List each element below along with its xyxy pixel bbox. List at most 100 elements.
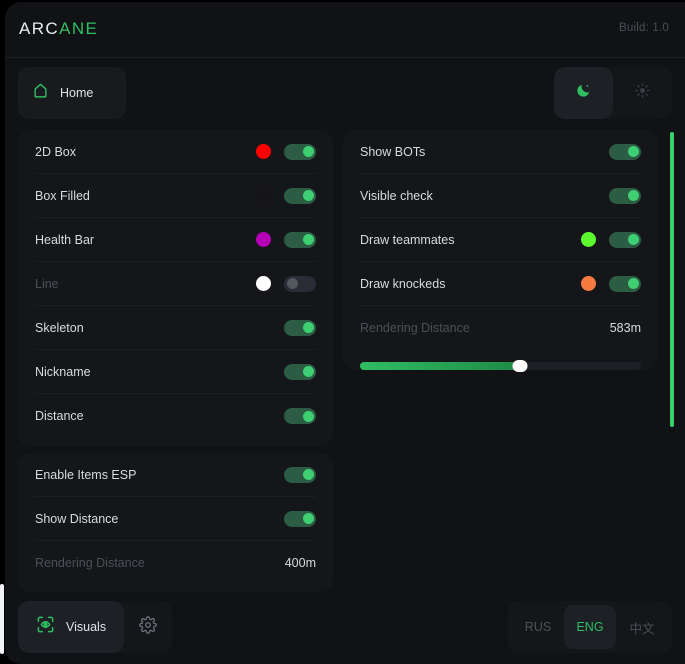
tab-home-label: Home	[60, 86, 94, 100]
slider-thumb[interactable]	[512, 360, 528, 372]
panel-extras: Show BOTs Visible check Draw teammates D…	[343, 130, 658, 372]
language-option-zh[interactable]: 中文	[616, 605, 668, 649]
setting-label: Enable Items ESP	[35, 467, 137, 482]
toggle-knob	[302, 190, 314, 201]
setting-row: Line	[35, 262, 316, 306]
scrollbar-right[interactable]	[670, 132, 674, 427]
slider-value: 400m	[284, 556, 316, 570]
language-switcher: RUS ENG 中文	[508, 601, 672, 653]
setting-row: Health Bar	[35, 218, 316, 262]
toggle-knob	[302, 234, 314, 245]
sun-icon	[635, 83, 650, 103]
language-option-rus[interactable]: RUS	[512, 605, 564, 649]
setting-row: Enable Items ESP	[35, 453, 316, 497]
setting-toggle[interactable]	[609, 187, 641, 204]
slider-label: Rendering Distance	[360, 321, 470, 335]
setting-toggle[interactable]	[284, 231, 316, 248]
build-version: Build: 1.0	[619, 22, 669, 34]
color-swatch[interactable]	[256, 188, 271, 203]
setting-toggle[interactable]	[284, 319, 316, 336]
slider-header-row: Rendering Distance 400m	[35, 541, 316, 585]
setting-label: Health Bar	[35, 232, 95, 247]
logo-primary: ARC	[19, 19, 60, 38]
color-swatch[interactable]	[256, 276, 271, 291]
setting-toggle[interactable]	[284, 143, 316, 160]
setting-label: Show Distance	[35, 511, 119, 526]
app-window: ARCANE Build: 1.0 Home 2D Box Box Filled…	[5, 2, 685, 664]
setting-row: Skeleton	[35, 306, 316, 350]
setting-row: Visible check	[360, 174, 641, 218]
color-swatch[interactable]	[256, 144, 271, 159]
color-swatch[interactable]	[256, 232, 271, 247]
color-swatch[interactable]	[581, 276, 596, 291]
theme-switcher	[554, 67, 672, 119]
slider-extras-distance[interactable]	[360, 350, 641, 372]
setting-label: Draw teammates	[360, 232, 455, 247]
moon-icon	[575, 82, 592, 104]
tab-visuals-label: Visuals	[66, 620, 107, 634]
slider-track[interactable]	[360, 360, 641, 372]
setting-row: Draw knockeds	[360, 262, 641, 306]
toggle-knob	[627, 278, 639, 289]
toggle-knob	[302, 410, 314, 422]
eye-scan-icon	[36, 615, 55, 639]
slider-value: 583m	[609, 321, 641, 335]
setting-row: 2D Box	[35, 130, 316, 174]
setting-label: Show BOTs	[360, 144, 426, 159]
setting-row: Box Filled	[35, 174, 316, 218]
logo-accent: ANE	[59, 19, 99, 38]
setting-label: Draw knockeds	[360, 276, 446, 291]
app-footer: Visuals RUS ENG 中文	[5, 590, 685, 664]
panel-player-esp: 2D Box Box Filled Health Bar Line Skelet	[18, 130, 333, 446]
setting-label: Visible check	[360, 188, 433, 203]
setting-toggle[interactable]	[284, 275, 316, 292]
setting-toggle[interactable]	[609, 143, 641, 160]
theme-dark-button[interactable]	[554, 67, 613, 119]
setting-label: Box Filled	[35, 188, 90, 203]
setting-row: Distance	[35, 394, 316, 438]
setting-toggle[interactable]	[284, 187, 316, 204]
toggle-knob	[627, 190, 639, 201]
toggle-knob	[302, 146, 314, 157]
toggle-knob	[286, 278, 298, 289]
scrollbar-left[interactable]	[0, 584, 4, 654]
setting-toggle[interactable]	[609, 275, 641, 292]
toggle-knob	[302, 322, 314, 333]
tab-visuals[interactable]: Visuals	[18, 601, 125, 653]
setting-label: 2D Box	[35, 144, 76, 159]
setting-row: Show Distance	[35, 497, 316, 541]
slider-label: Rendering Distance	[35, 556, 145, 570]
setting-label: Nickname	[35, 364, 91, 379]
setting-label: Skeleton	[35, 320, 84, 335]
settings-button[interactable]	[124, 601, 172, 653]
setting-toggle[interactable]	[284, 510, 316, 527]
footer-nav-group: Visuals	[18, 601, 173, 653]
theme-light-button[interactable]	[613, 67, 672, 119]
setting-toggle[interactable]	[284, 466, 316, 483]
setting-row: Show BOTs	[360, 130, 641, 174]
app-header: ARCANE Build: 1.0	[5, 2, 685, 58]
gear-icon	[139, 615, 157, 639]
toggle-knob	[302, 469, 314, 480]
setting-label: Line	[35, 276, 59, 291]
toggle-knob	[302, 513, 314, 524]
settings-columns: 2D Box Box Filled Health Bar Line Skelet	[5, 127, 685, 592]
slider-header-row: Rendering Distance 583m	[360, 306, 641, 350]
top-tab-row: Home	[5, 59, 685, 127]
setting-row: Nickname	[35, 350, 316, 394]
panel-items-esp: Enable Items ESP Show Distance Rendering…	[18, 453, 333, 592]
setting-toggle[interactable]	[284, 363, 316, 380]
slider-fill	[360, 362, 521, 370]
toggle-knob	[627, 146, 639, 157]
language-option-eng[interactable]: ENG	[564, 605, 616, 649]
setting-label: Distance	[35, 409, 84, 423]
setting-row: Draw teammates	[360, 218, 641, 262]
setting-toggle[interactable]	[284, 408, 316, 424]
toggle-knob	[302, 366, 314, 377]
tab-home[interactable]: Home	[18, 67, 126, 119]
home-icon	[32, 82, 49, 104]
setting-toggle[interactable]	[609, 231, 641, 248]
app-logo: ARCANE	[19, 19, 98, 39]
toggle-knob	[627, 234, 639, 245]
color-swatch[interactable]	[581, 232, 596, 247]
